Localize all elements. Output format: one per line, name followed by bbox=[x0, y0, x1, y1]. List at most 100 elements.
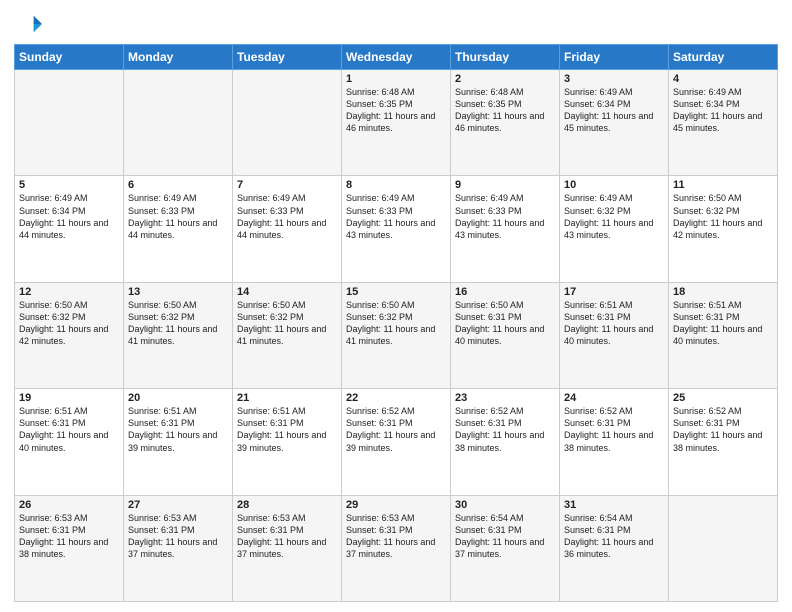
cell-info: Sunrise: 6:49 AM bbox=[128, 192, 228, 204]
calendar-cell bbox=[669, 495, 778, 601]
day-number: 10 bbox=[564, 179, 664, 191]
day-number: 31 bbox=[564, 499, 664, 511]
cell-info: Sunrise: 6:50 AM bbox=[128, 299, 228, 311]
cell-info: Daylight: 11 hours and 43 minutes. bbox=[455, 217, 555, 241]
calendar-header-sunday: Sunday bbox=[15, 45, 124, 70]
day-number: 24 bbox=[564, 392, 664, 404]
day-number: 30 bbox=[455, 499, 555, 511]
calendar-cell: 16Sunrise: 6:50 AMSunset: 6:31 PMDayligh… bbox=[451, 282, 560, 388]
cell-info: Sunrise: 6:49 AM bbox=[564, 86, 664, 98]
day-number: 13 bbox=[128, 286, 228, 298]
calendar-cell: 7Sunrise: 6:49 AMSunset: 6:33 PMDaylight… bbox=[233, 176, 342, 282]
cell-info: Sunrise: 6:50 AM bbox=[346, 299, 446, 311]
calendar-cell: 6Sunrise: 6:49 AMSunset: 6:33 PMDaylight… bbox=[124, 176, 233, 282]
calendar-cell: 30Sunrise: 6:54 AMSunset: 6:31 PMDayligh… bbox=[451, 495, 560, 601]
calendar-cell: 11Sunrise: 6:50 AMSunset: 6:32 PMDayligh… bbox=[669, 176, 778, 282]
calendar-cell: 15Sunrise: 6:50 AMSunset: 6:32 PMDayligh… bbox=[342, 282, 451, 388]
cell-info: Daylight: 11 hours and 38 minutes. bbox=[455, 429, 555, 453]
calendar-cell: 3Sunrise: 6:49 AMSunset: 6:34 PMDaylight… bbox=[560, 70, 669, 176]
cell-info: Sunset: 6:31 PM bbox=[19, 524, 119, 536]
cell-info: Sunrise: 6:52 AM bbox=[673, 405, 773, 417]
cell-info: Sunset: 6:31 PM bbox=[673, 417, 773, 429]
calendar-cell: 12Sunrise: 6:50 AMSunset: 6:32 PMDayligh… bbox=[15, 282, 124, 388]
cell-info: Sunrise: 6:51 AM bbox=[673, 299, 773, 311]
cell-info: Sunset: 6:32 PM bbox=[19, 311, 119, 323]
day-number: 27 bbox=[128, 499, 228, 511]
calendar-week-5: 26Sunrise: 6:53 AMSunset: 6:31 PMDayligh… bbox=[15, 495, 778, 601]
calendar-cell bbox=[233, 70, 342, 176]
cell-info: Sunset: 6:34 PM bbox=[564, 98, 664, 110]
cell-info: Sunrise: 6:51 AM bbox=[237, 405, 337, 417]
day-number: 1 bbox=[346, 73, 446, 85]
cell-info: Sunset: 6:31 PM bbox=[346, 524, 446, 536]
cell-info: Sunset: 6:31 PM bbox=[128, 417, 228, 429]
cell-info: Sunset: 6:31 PM bbox=[564, 524, 664, 536]
cell-info: Sunrise: 6:49 AM bbox=[19, 192, 119, 204]
calendar-cell: 8Sunrise: 6:49 AMSunset: 6:33 PMDaylight… bbox=[342, 176, 451, 282]
cell-info: Sunrise: 6:54 AM bbox=[564, 512, 664, 524]
day-number: 26 bbox=[19, 499, 119, 511]
calendar-cell: 19Sunrise: 6:51 AMSunset: 6:31 PMDayligh… bbox=[15, 389, 124, 495]
calendar-cell: 31Sunrise: 6:54 AMSunset: 6:31 PMDayligh… bbox=[560, 495, 669, 601]
day-number: 6 bbox=[128, 179, 228, 191]
cell-info: Daylight: 11 hours and 45 minutes. bbox=[673, 110, 773, 134]
calendar-cell bbox=[124, 70, 233, 176]
calendar-cell: 2Sunrise: 6:48 AMSunset: 6:35 PMDaylight… bbox=[451, 70, 560, 176]
calendar-header-thursday: Thursday bbox=[451, 45, 560, 70]
logo-icon bbox=[14, 10, 42, 38]
cell-info: Daylight: 11 hours and 41 minutes. bbox=[128, 323, 228, 347]
cell-info: Sunrise: 6:51 AM bbox=[128, 405, 228, 417]
day-number: 20 bbox=[128, 392, 228, 404]
logo bbox=[14, 10, 46, 38]
day-number: 12 bbox=[19, 286, 119, 298]
cell-info: Sunset: 6:32 PM bbox=[346, 311, 446, 323]
day-number: 4 bbox=[673, 73, 773, 85]
cell-info: Sunrise: 6:51 AM bbox=[19, 405, 119, 417]
cell-info: Sunrise: 6:49 AM bbox=[455, 192, 555, 204]
cell-info: Sunrise: 6:50 AM bbox=[237, 299, 337, 311]
cell-info: Daylight: 11 hours and 38 minutes. bbox=[19, 536, 119, 560]
cell-info: Daylight: 11 hours and 43 minutes. bbox=[564, 217, 664, 241]
cell-info: Daylight: 11 hours and 44 minutes. bbox=[128, 217, 228, 241]
cell-info: Sunrise: 6:49 AM bbox=[346, 192, 446, 204]
cell-info: Daylight: 11 hours and 40 minutes. bbox=[564, 323, 664, 347]
cell-info: Sunset: 6:31 PM bbox=[455, 311, 555, 323]
cell-info: Sunrise: 6:48 AM bbox=[455, 86, 555, 98]
calendar-header-monday: Monday bbox=[124, 45, 233, 70]
cell-info: Sunset: 6:33 PM bbox=[455, 205, 555, 217]
calendar-cell: 4Sunrise: 6:49 AMSunset: 6:34 PMDaylight… bbox=[669, 70, 778, 176]
cell-info: Sunset: 6:34 PM bbox=[19, 205, 119, 217]
cell-info: Sunrise: 6:49 AM bbox=[673, 86, 773, 98]
cell-info: Sunrise: 6:49 AM bbox=[237, 192, 337, 204]
cell-info: Sunset: 6:33 PM bbox=[346, 205, 446, 217]
cell-info: Sunset: 6:32 PM bbox=[673, 205, 773, 217]
day-number: 22 bbox=[346, 392, 446, 404]
cell-info: Sunrise: 6:50 AM bbox=[19, 299, 119, 311]
day-number: 15 bbox=[346, 286, 446, 298]
day-number: 21 bbox=[237, 392, 337, 404]
cell-info: Daylight: 11 hours and 41 minutes. bbox=[237, 323, 337, 347]
cell-info: Sunset: 6:31 PM bbox=[128, 524, 228, 536]
calendar-week-4: 19Sunrise: 6:51 AMSunset: 6:31 PMDayligh… bbox=[15, 389, 778, 495]
cell-info: Daylight: 11 hours and 46 minutes. bbox=[346, 110, 446, 134]
cell-info: Sunrise: 6:50 AM bbox=[455, 299, 555, 311]
calendar-header-wednesday: Wednesday bbox=[342, 45, 451, 70]
cell-info: Daylight: 11 hours and 37 minutes. bbox=[128, 536, 228, 560]
cell-info: Daylight: 11 hours and 37 minutes. bbox=[455, 536, 555, 560]
calendar-cell: 18Sunrise: 6:51 AMSunset: 6:31 PMDayligh… bbox=[669, 282, 778, 388]
cell-info: Daylight: 11 hours and 45 minutes. bbox=[564, 110, 664, 134]
calendar-cell: 23Sunrise: 6:52 AMSunset: 6:31 PMDayligh… bbox=[451, 389, 560, 495]
calendar-cell: 21Sunrise: 6:51 AMSunset: 6:31 PMDayligh… bbox=[233, 389, 342, 495]
calendar-cell: 14Sunrise: 6:50 AMSunset: 6:32 PMDayligh… bbox=[233, 282, 342, 388]
calendar-cell: 22Sunrise: 6:52 AMSunset: 6:31 PMDayligh… bbox=[342, 389, 451, 495]
cell-info: Daylight: 11 hours and 36 minutes. bbox=[564, 536, 664, 560]
cell-info: Daylight: 11 hours and 42 minutes. bbox=[673, 217, 773, 241]
cell-info: Daylight: 11 hours and 40 minutes. bbox=[19, 429, 119, 453]
cell-info: Daylight: 11 hours and 44 minutes. bbox=[19, 217, 119, 241]
cell-info: Daylight: 11 hours and 46 minutes. bbox=[455, 110, 555, 134]
cell-info: Sunrise: 6:53 AM bbox=[128, 512, 228, 524]
cell-info: Sunset: 6:31 PM bbox=[455, 417, 555, 429]
calendar-cell: 28Sunrise: 6:53 AMSunset: 6:31 PMDayligh… bbox=[233, 495, 342, 601]
day-number: 25 bbox=[673, 392, 773, 404]
cell-info: Daylight: 11 hours and 41 minutes. bbox=[346, 323, 446, 347]
